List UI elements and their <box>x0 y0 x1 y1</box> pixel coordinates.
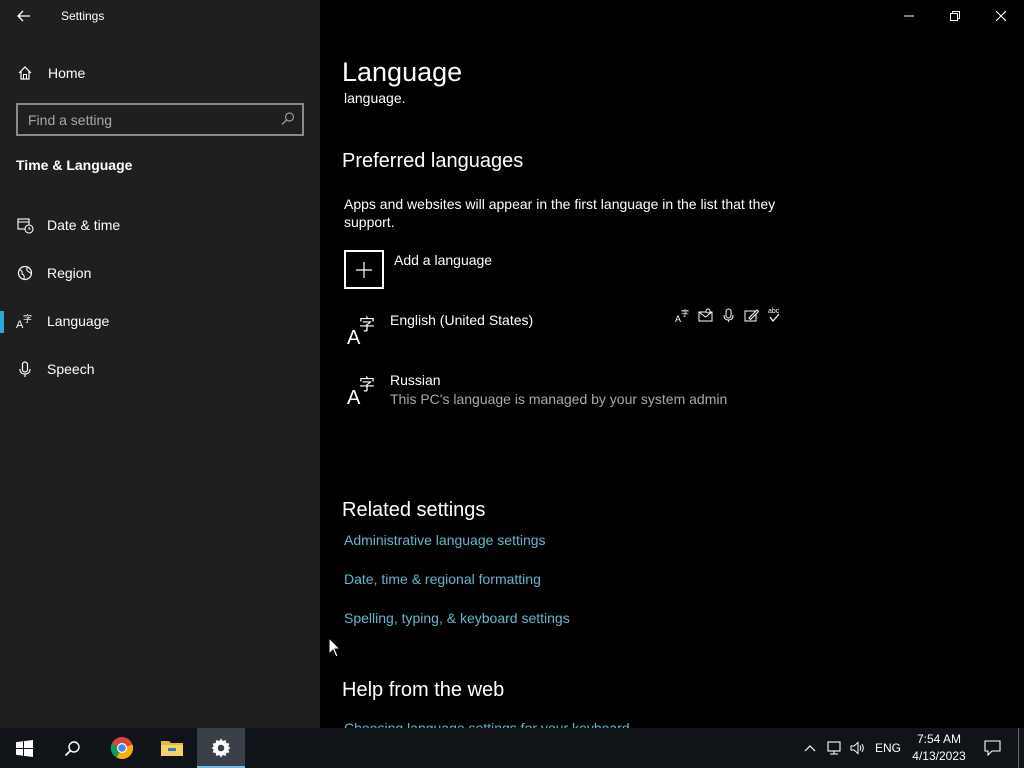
search-icon <box>64 740 80 756</box>
close-icon <box>996 11 1006 21</box>
sidebar-item-label: Speech <box>47 361 95 377</box>
related-settings-heading: Related settings <box>342 499 486 521</box>
notification-icon <box>983 740 1001 756</box>
sidebar-item-language[interactable]: A字 Language <box>0 301 320 341</box>
minimize-button[interactable] <box>886 0 932 32</box>
sidebar-item-label: Date & time <box>47 217 121 233</box>
restore-button[interactable] <box>932 0 978 32</box>
link-administrative-language-settings[interactable]: Administrative language settings <box>344 532 546 548</box>
chrome-icon <box>110 737 134 760</box>
app-title: Settings <box>61 9 105 23</box>
add-language-label: Add a language <box>394 252 493 268</box>
section-title: Time & Language <box>16 157 133 173</box>
partial-text: language. <box>344 90 406 106</box>
sidebar-item-region[interactable]: Region <box>0 253 320 293</box>
plus-icon <box>344 250 384 289</box>
volume-tray-button[interactable] <box>847 728 869 768</box>
start-button[interactable] <box>0 728 48 768</box>
language-icon: A字 <box>344 370 380 409</box>
sidebar-item-home[interactable]: Home <box>0 56 320 90</box>
taskbar-settings[interactable] <box>197 728 245 768</box>
language-status: This PC's language is managed by your sy… <box>390 391 728 407</box>
sidebar: Settings Home Time & Language Date & tim… <box>0 0 320 728</box>
svg-text:字: 字 <box>23 313 32 325</box>
chevron-up-icon <box>804 745 816 752</box>
language-feature-icons: A字 abc <box>674 306 783 324</box>
search-box <box>16 103 304 136</box>
spell-check-icon: abc <box>766 306 783 324</box>
preferred-languages-description: Apps and websites will appear in the fir… <box>344 196 776 230</box>
action-center-button[interactable] <box>980 728 1004 768</box>
input-language-indicator[interactable]: ENG <box>872 728 904 768</box>
language-icon: A字 <box>344 310 380 349</box>
taskbar-clock[interactable]: 7:54 AM 4/13/2023 <box>904 731 974 765</box>
page-title: Language <box>342 57 463 87</box>
taskbar-file-explorer[interactable] <box>148 728 196 768</box>
link-date-time-regional-formatting[interactable]: Date, time & regional formatting <box>344 571 541 587</box>
date-time-icon <box>16 216 34 234</box>
svg-text:字: 字 <box>681 308 689 318</box>
back-arrow-icon <box>17 10 30 22</box>
search-icon[interactable] <box>280 111 296 127</box>
taskbar-search-button[interactable] <box>48 728 96 768</box>
text-to-speech-icon <box>697 306 714 324</box>
preferred-languages-heading: Preferred languages <box>342 150 524 172</box>
link-spelling-typing-keyboard-settings[interactable]: Spelling, typing, & keyboard settings <box>344 610 570 626</box>
title-bar-left: Settings <box>0 0 320 32</box>
gear-icon <box>211 738 231 758</box>
clock-time: 7:54 AM <box>916 732 962 746</box>
taskbar: ENG 7:54 AM 4/13/2023 <box>0 728 1024 768</box>
close-button[interactable] <box>978 0 1024 32</box>
taskbar-chrome[interactable] <box>98 728 146 768</box>
sidebar-item-label: Region <box>47 265 92 281</box>
region-icon <box>16 264 34 282</box>
display-language-icon: A字 <box>674 306 691 324</box>
language-name: Russian <box>390 372 441 388</box>
sidebar-item-label: Home <box>48 65 86 81</box>
show-desktop-button[interactable] <box>1018 728 1019 768</box>
clock-date: 4/13/2023 <box>912 749 966 763</box>
language-icon: A字 <box>16 312 34 330</box>
minimize-icon <box>904 15 914 17</box>
link-choosing-language-settings[interactable]: Choosing language settings for your keyb… <box>344 720 630 728</box>
network-icon <box>827 741 841 755</box>
home-icon <box>16 64 34 82</box>
sidebar-item-speech[interactable]: Speech <box>0 349 320 389</box>
restore-icon <box>950 11 960 21</box>
back-button[interactable] <box>8 0 40 32</box>
speech-recognition-icon <box>720 306 737 324</box>
folder-icon <box>161 741 183 756</box>
microphone-icon <box>16 360 34 378</box>
show-hidden-icons-button[interactable] <box>800 728 820 768</box>
mouse-cursor-icon <box>328 637 342 658</box>
main-content: Language language. Preferred languages A… <box>320 0 1024 728</box>
window-controls <box>886 0 1024 32</box>
svg-text:字: 字 <box>359 375 375 394</box>
svg-text:abc: abc <box>768 308 780 315</box>
speaker-icon <box>850 741 864 755</box>
language-name: English (United States) <box>390 312 534 328</box>
language-item-russian[interactable]: A字 Russian This PC's language is managed… <box>344 370 784 414</box>
handwriting-icon <box>743 306 760 324</box>
sidebar-item-date-time[interactable]: Date & time <box>0 205 320 245</box>
search-input[interactable] <box>18 105 273 134</box>
svg-text:字: 字 <box>359 315 375 334</box>
add-language-button[interactable]: Add a language <box>344 250 644 290</box>
sidebar-item-label: Language <box>47 313 110 329</box>
windows-icon <box>15 739 33 757</box>
help-from-web-heading: Help from the web <box>342 679 505 701</box>
network-tray-button[interactable] <box>824 728 846 768</box>
